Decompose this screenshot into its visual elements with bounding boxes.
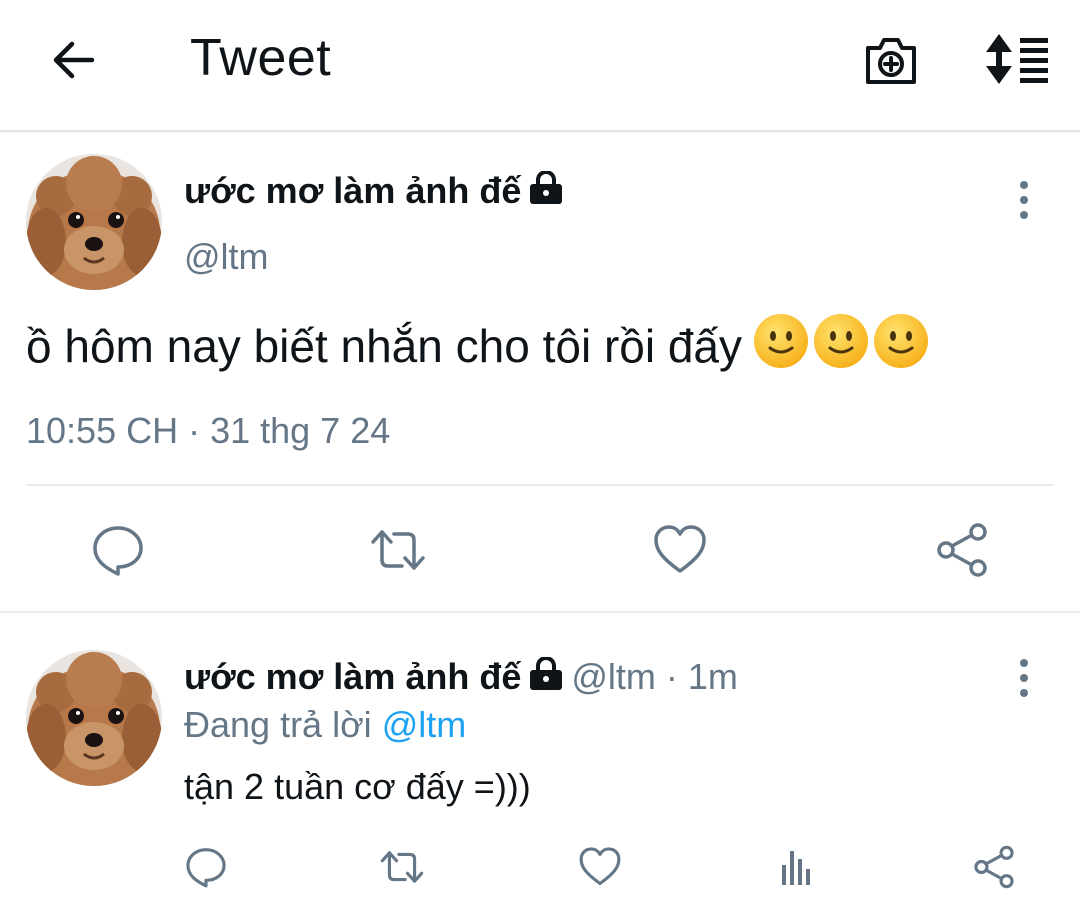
back-arrow-icon[interactable] (48, 36, 100, 84)
author-handle[interactable]: @ltm (184, 236, 269, 278)
reply-handle-time: @ltm · 1m (571, 656, 738, 697)
share-icon[interactable] (934, 522, 990, 578)
section-divider (0, 611, 1080, 613)
author-name[interactable]: ước mơ làm ảnh đế (184, 170, 565, 214)
page-title: Tweet (190, 29, 332, 87)
slightly-smiling-face-icon (814, 314, 869, 368)
mention-link[interactable]: @ltm (382, 704, 467, 745)
author-name-text: ước mơ làm ảnh đế (184, 170, 522, 211)
slightly-smiling-face-icon (754, 314, 809, 368)
tweet-text: ồ hôm nay biết nhắn cho tôi rồi đấy (26, 312, 932, 381)
tweet-timestamp: 10:55 CH · 31 thg 7 24 (26, 410, 391, 451)
divider (26, 484, 1054, 486)
tweet-detail-screen: Tweet ước mơ làm ảnh đế @ltm ồ hôm nay b… (0, 0, 1080, 903)
more-options-icon[interactable] (1014, 658, 1034, 698)
like-icon[interactable] (578, 845, 622, 889)
author-name-text: ước mơ làm ảnh đế (184, 656, 522, 697)
reply-author-line[interactable]: ước mơ làm ảnh đế @ltm · 1m (184, 656, 738, 700)
tweet-text-content: ồ hôm nay biết nhắn cho tôi rồi đấy (26, 320, 743, 372)
like-icon[interactable] (652, 522, 708, 578)
share-icon[interactable] (972, 845, 1016, 889)
avatar[interactable] (26, 154, 162, 290)
retweet-icon[interactable] (370, 522, 426, 578)
slightly-smiling-face-icon (874, 314, 929, 368)
lock-icon (527, 656, 565, 700)
retweet-icon[interactable] (380, 845, 424, 889)
emoji-group (752, 312, 932, 381)
more-options-icon[interactable] (1014, 180, 1034, 220)
reply-icon[interactable] (90, 522, 146, 578)
camera-add-icon[interactable] (862, 32, 920, 88)
replying-to: Đang trả lời @ltm (184, 704, 466, 746)
stats-icon[interactable] (776, 845, 820, 889)
replying-label: Đang trả lời (184, 704, 372, 745)
lock-icon (527, 170, 565, 214)
reply-icon[interactable] (184, 845, 228, 889)
reply-text: tận 2 tuần cơ đấy =))) (184, 766, 531, 807)
sort-icon[interactable] (982, 32, 1052, 86)
top-app-bar: Tweet (0, 0, 1080, 132)
avatar[interactable] (26, 650, 162, 786)
